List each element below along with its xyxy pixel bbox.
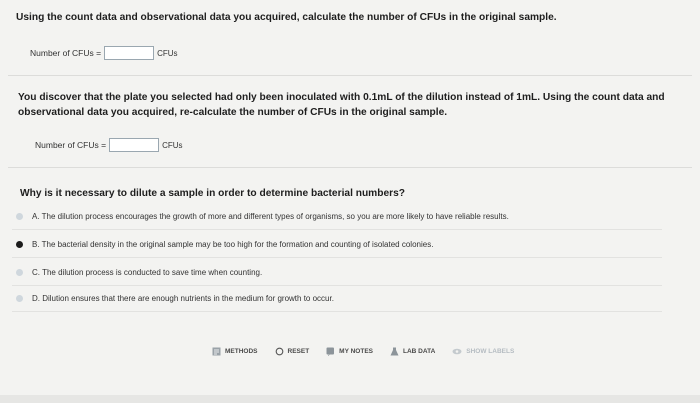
methods-icon bbox=[212, 347, 221, 355]
question-3-text: Why is it necessary to dilute a sample i… bbox=[20, 188, 405, 199]
my-notes-label: MY NOTES bbox=[339, 347, 374, 355]
question-2-line-1: You discover that the plate you selected… bbox=[18, 92, 665, 103]
q1-answer-row: Number of CFUs = CFUs bbox=[30, 46, 178, 60]
q1-cfu-input[interactable] bbox=[104, 46, 155, 60]
choice-a-radio[interactable] bbox=[16, 212, 23, 220]
flask-icon bbox=[390, 347, 399, 355]
methods-button[interactable]: METHODS bbox=[212, 347, 258, 356]
notes-icon bbox=[326, 347, 335, 356]
choice-divider bbox=[12, 311, 662, 312]
eye-icon bbox=[452, 348, 462, 354]
choice-b-label: B. The bacterial density in the original… bbox=[32, 239, 434, 249]
choice-a[interactable]: A. The dilution process encourages the g… bbox=[16, 206, 666, 226]
reset-icon bbox=[275, 347, 283, 355]
show-labels-button[interactable]: SHOW LABELS bbox=[452, 347, 514, 356]
q1-unit-label: CFUs bbox=[157, 48, 178, 58]
lab-data-button[interactable]: LAB DATA bbox=[390, 347, 435, 356]
q2-unit-label: CFUs bbox=[162, 140, 183, 150]
q2-cfu-input[interactable] bbox=[109, 138, 160, 152]
choice-c-radio[interactable] bbox=[16, 268, 23, 276]
q2-answer-row: Number of CFUs = CFUs bbox=[35, 138, 183, 152]
divider bbox=[8, 167, 692, 168]
question-2-line-2: observational data you acquired, re-calc… bbox=[18, 107, 448, 118]
choice-d[interactable]: D. Dilution ensures that there are enoug… bbox=[16, 288, 666, 308]
choice-divider bbox=[12, 285, 662, 286]
question-1-text: Using the count data and observational d… bbox=[16, 12, 557, 23]
methods-label: METHODS bbox=[225, 347, 258, 355]
choice-divider bbox=[12, 257, 662, 258]
divider bbox=[8, 75, 692, 76]
reset-button[interactable]: RESET bbox=[275, 347, 310, 356]
q2-field-label: Number of CFUs = bbox=[35, 140, 107, 150]
page-bottom-edge bbox=[0, 395, 700, 403]
reset-label: RESET bbox=[287, 347, 310, 355]
choice-a-label: A. The dilution process encourages the g… bbox=[32, 211, 509, 221]
choice-c-label: C. The dilution process is conducted to … bbox=[32, 267, 263, 277]
my-notes-button[interactable]: MY NOTES bbox=[326, 347, 373, 356]
lab-data-label: LAB DATA bbox=[403, 347, 436, 355]
choice-d-label: D. Dilution ensures that there are enoug… bbox=[32, 293, 334, 303]
choice-b-radio-selected[interactable] bbox=[16, 240, 23, 248]
show-labels-label: SHOW LABELS bbox=[466, 347, 515, 355]
choice-d-radio[interactable] bbox=[16, 294, 23, 302]
bottom-toolbar: METHODS RESET MY NOTES LAB DATA SHOW LAB… bbox=[212, 345, 531, 357]
choice-divider bbox=[12, 229, 662, 230]
choice-c[interactable]: C. The dilution process is conducted to … bbox=[16, 262, 666, 282]
q1-field-label: Number of CFUs = bbox=[30, 48, 102, 58]
choice-b[interactable]: B. The bacterial density in the original… bbox=[16, 234, 666, 254]
